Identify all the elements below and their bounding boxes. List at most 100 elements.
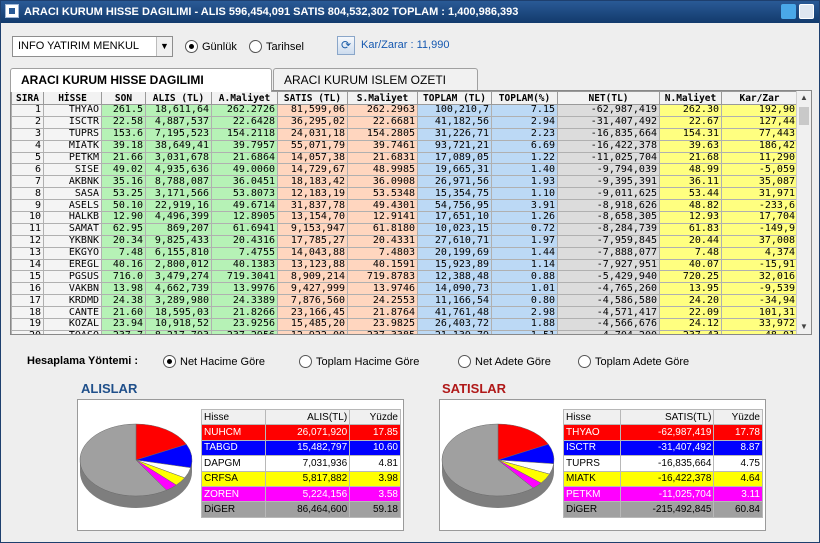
table-cell: 154.31 <box>659 127 722 141</box>
legend-value: -16,422,378 <box>620 470 715 487</box>
table-row[interactable]: 3 TUPRS 153.6 7,195,523 154.2118 24,031,18 154… <box>11 127 798 141</box>
table-cell: -9,395,391 <box>557 175 660 189</box>
table-row[interactable]: 13 EKGYO 7.48 6,155,810 7.4755 14,043,88 7.480… <box>11 246 798 260</box>
table-cell: 20,199,69 <box>417 246 492 260</box>
table-cell: 1.40 <box>491 163 558 177</box>
table-cell: EKGYO <box>43 246 102 260</box>
legend-hisse: CRFSA <box>200 470 267 487</box>
refresh-icon: ⟳ <box>340 38 352 52</box>
table-cell: 55,071,79 <box>277 139 348 153</box>
column-header[interactable]: A.Maliyet <box>211 91 278 105</box>
table-row[interactable]: 7 AKBNK 35.16 8,788,087 36.0451 18,183,42 36.0… <box>11 175 798 189</box>
restore-icon[interactable] <box>799 4 814 19</box>
refresh-button[interactable]: ⟳ <box>337 36 355 55</box>
legend-value: 5,817,882 <box>265 470 351 487</box>
radio-toplam-adet[interactable]: Toplam Adete Göre <box>578 355 689 368</box>
table-row[interactable]: 14 EREGL 40.16 2,800,012 40.1383 13,123,88 40.… <box>11 258 798 272</box>
table-row[interactable]: 9 ASELS 50.10 22,919,16 49.6714 31,837,78 49.4… <box>11 199 798 213</box>
column-header[interactable]: SATIS (TL) <box>277 91 348 105</box>
satislar-pie-chart <box>441 423 555 508</box>
grid-body: 1 THYAO 261.5 18,611,64 262.2726 81,599,06 262… <box>11 104 798 334</box>
radio-tarihsel[interactable]: Tarihsel <box>249 40 304 53</box>
table-cell: 8,909,214 <box>277 270 348 284</box>
column-header[interactable]: TOPLAM(%) <box>491 91 558 105</box>
table-cell: CANTE <box>43 306 102 320</box>
radio-net-hacim-dot[interactable] <box>163 355 176 368</box>
table-row[interactable]: 11 SAMAT 62.95 869,207 61.6941 9,153,947 61.81… <box>11 222 798 236</box>
tab-islem-ozeti[interactable]: ARACI KURUM ISLEM OZETI <box>273 68 478 91</box>
table-row[interactable]: 5 PETKM 21.66 3,031,678 21.6864 14,057,38 21.6… <box>11 151 798 165</box>
table-cell: 6,155,810 <box>145 246 212 260</box>
table-row[interactable]: 1 THYAO 261.5 18,611,64 262.2726 81,599,06 262… <box>11 104 798 117</box>
radio-gunluk-label: Günlük <box>202 40 237 53</box>
table-cell: 1.97 <box>491 234 558 248</box>
table-cell: 4,496,399 <box>145 211 212 224</box>
scroll-up-icon[interactable]: ▲ <box>797 91 811 105</box>
radio-net-hacim[interactable]: Net Hacime Göre <box>163 355 265 368</box>
table-row[interactable]: 10 HALKB 12.90 4,496,399 12.8905 13,154,70 12.… <box>11 211 798 224</box>
column-header[interactable]: SON <box>101 91 146 105</box>
radio-net-adet[interactable]: Net Adete Göre <box>458 355 551 368</box>
column-header[interactable]: ALIS (TL) <box>145 91 212 105</box>
table-cell: 1.01 <box>491 282 558 296</box>
table-cell: 186,42 <box>721 139 798 153</box>
app-icon <box>5 4 19 19</box>
table-row[interactable]: 12 YKBNK 20.34 9,825,433 20.4316 17,785,27 20.… <box>11 234 798 248</box>
table-cell: 22.09 <box>659 306 722 320</box>
table-cell: 9,153,947 <box>277 222 348 236</box>
radio-net-adet-dot[interactable] <box>458 355 471 368</box>
table-row[interactable]: 17 KRDMD 24.38 3,289,980 24.3389 7,876,560 24.… <box>11 294 798 308</box>
tab-hisse-dagilimi[interactable]: ARACI KURUM HISSE DAGILIMI <box>10 68 272 92</box>
table-cell: 14,729,67 <box>277 163 348 177</box>
table-cell: 4,887,537 <box>145 115 212 129</box>
table-cell: 7 <box>11 175 44 189</box>
chevron-down-icon[interactable]: ▼ <box>156 37 172 56</box>
vertical-scrollbar[interactable]: ▲ ▼ <box>796 91 811 334</box>
column-header[interactable]: S.Maliyet <box>347 91 418 105</box>
column-header[interactable]: NET(TL) <box>557 91 660 105</box>
alislar-panel: Hisse ALIS(TL) Yüzde NUHCM 26,071,920 17.8… <box>77 399 404 531</box>
radio-gunluk-dot[interactable] <box>185 40 198 53</box>
table-row[interactable]: 20TOASO237.78,217,793237.295612,922,0023… <box>11 329 798 334</box>
column-header[interactable]: N.Maliyet <box>659 91 722 105</box>
table-cell: 719.8783 <box>347 270 418 284</box>
legend-value: 7,031,936 <box>265 455 351 472</box>
table-row[interactable]: 8 SASA 53.25 3,171,566 53.8073 12,183,19 53.53… <box>11 187 798 201</box>
radio-tarihsel-dot[interactable] <box>249 40 262 53</box>
grid-header-row: SIRA HİSSE SON ALIS (TL) A.Maliyet SATIS (TL)… <box>11 91 798 105</box>
data-grid: SIRA HİSSE SON ALIS (TL) A.Maliyet SATIS (TL)… <box>10 90 812 335</box>
table-cell: 41,761,48 <box>417 306 492 320</box>
table-row[interactable]: 2 ISCTR 22.58 4,887,537 22.6428 36,295,02 22.6… <box>11 115 798 129</box>
table-row[interactable]: 19 KOZAL 23.94 10,918,52 23.9256 15,485,20 23.… <box>11 318 798 331</box>
radio-gunluk[interactable]: Günlük <box>185 40 237 53</box>
table-cell: 62.95 <box>101 222 146 236</box>
radio-toplam-hacim[interactable]: Toplam Hacime Göre <box>299 355 419 368</box>
table-cell: 35.16 <box>101 175 146 189</box>
scroll-thumb[interactable] <box>799 107 809 125</box>
table-row[interactable]: 18 CANTE 21.60 18,595,03 21.8266 23,166,45 21.… <box>11 306 798 320</box>
legend-row: CRFSA 5,817,882 3.98 <box>200 470 401 487</box>
table-row[interactable]: 16 VAKBN 13.98 4,662,739 13.9976 9,427,999 13.… <box>11 282 798 296</box>
table-cell: 1.22 <box>491 151 558 165</box>
table-row[interactable]: 6 SISE 49.02 4,935,636 49.0060 14,729,67 48.99… <box>11 163 798 177</box>
radio-toplam-adet-dot[interactable] <box>578 355 591 368</box>
radio-net-adet-label: Net Adete Göre <box>475 355 551 368</box>
table-cell: 17,089,05 <box>417 151 492 165</box>
broker-select[interactable]: INFO YATIRIM MENKUL ▼ <box>12 36 173 57</box>
table-row[interactable]: 15 PGSUS 716.0 3,479,274 719.3041 8,909,214 71… <box>11 270 798 284</box>
column-header[interactable]: TOPLAM (TL) <box>417 91 492 105</box>
column-header[interactable]: HİSSE <box>43 91 102 105</box>
table-cell: 14,057,38 <box>277 151 348 165</box>
radio-toplam-hacim-dot[interactable] <box>299 355 312 368</box>
column-header[interactable]: SIRA <box>11 91 44 105</box>
table-cell: 262.2963 <box>347 104 418 117</box>
scroll-down-icon[interactable]: ▼ <box>797 320 811 334</box>
table-cell: -5,429,940 <box>557 270 660 284</box>
table-cell: 14 <box>11 258 44 272</box>
twitter-icon[interactable] <box>781 4 796 19</box>
legend-hisse: MIATK <box>562 470 622 487</box>
table-cell: 24.3389 <box>211 294 278 308</box>
tab-hisse-dagilimi-label: ARACI KURUM HISSE DAGILIMI <box>21 73 204 87</box>
column-header[interactable]: Kar/Zar <box>721 91 798 105</box>
table-row[interactable]: 4 MIATK 39.18 38,649,41 39.7957 55,071,79 39.7… <box>11 139 798 153</box>
